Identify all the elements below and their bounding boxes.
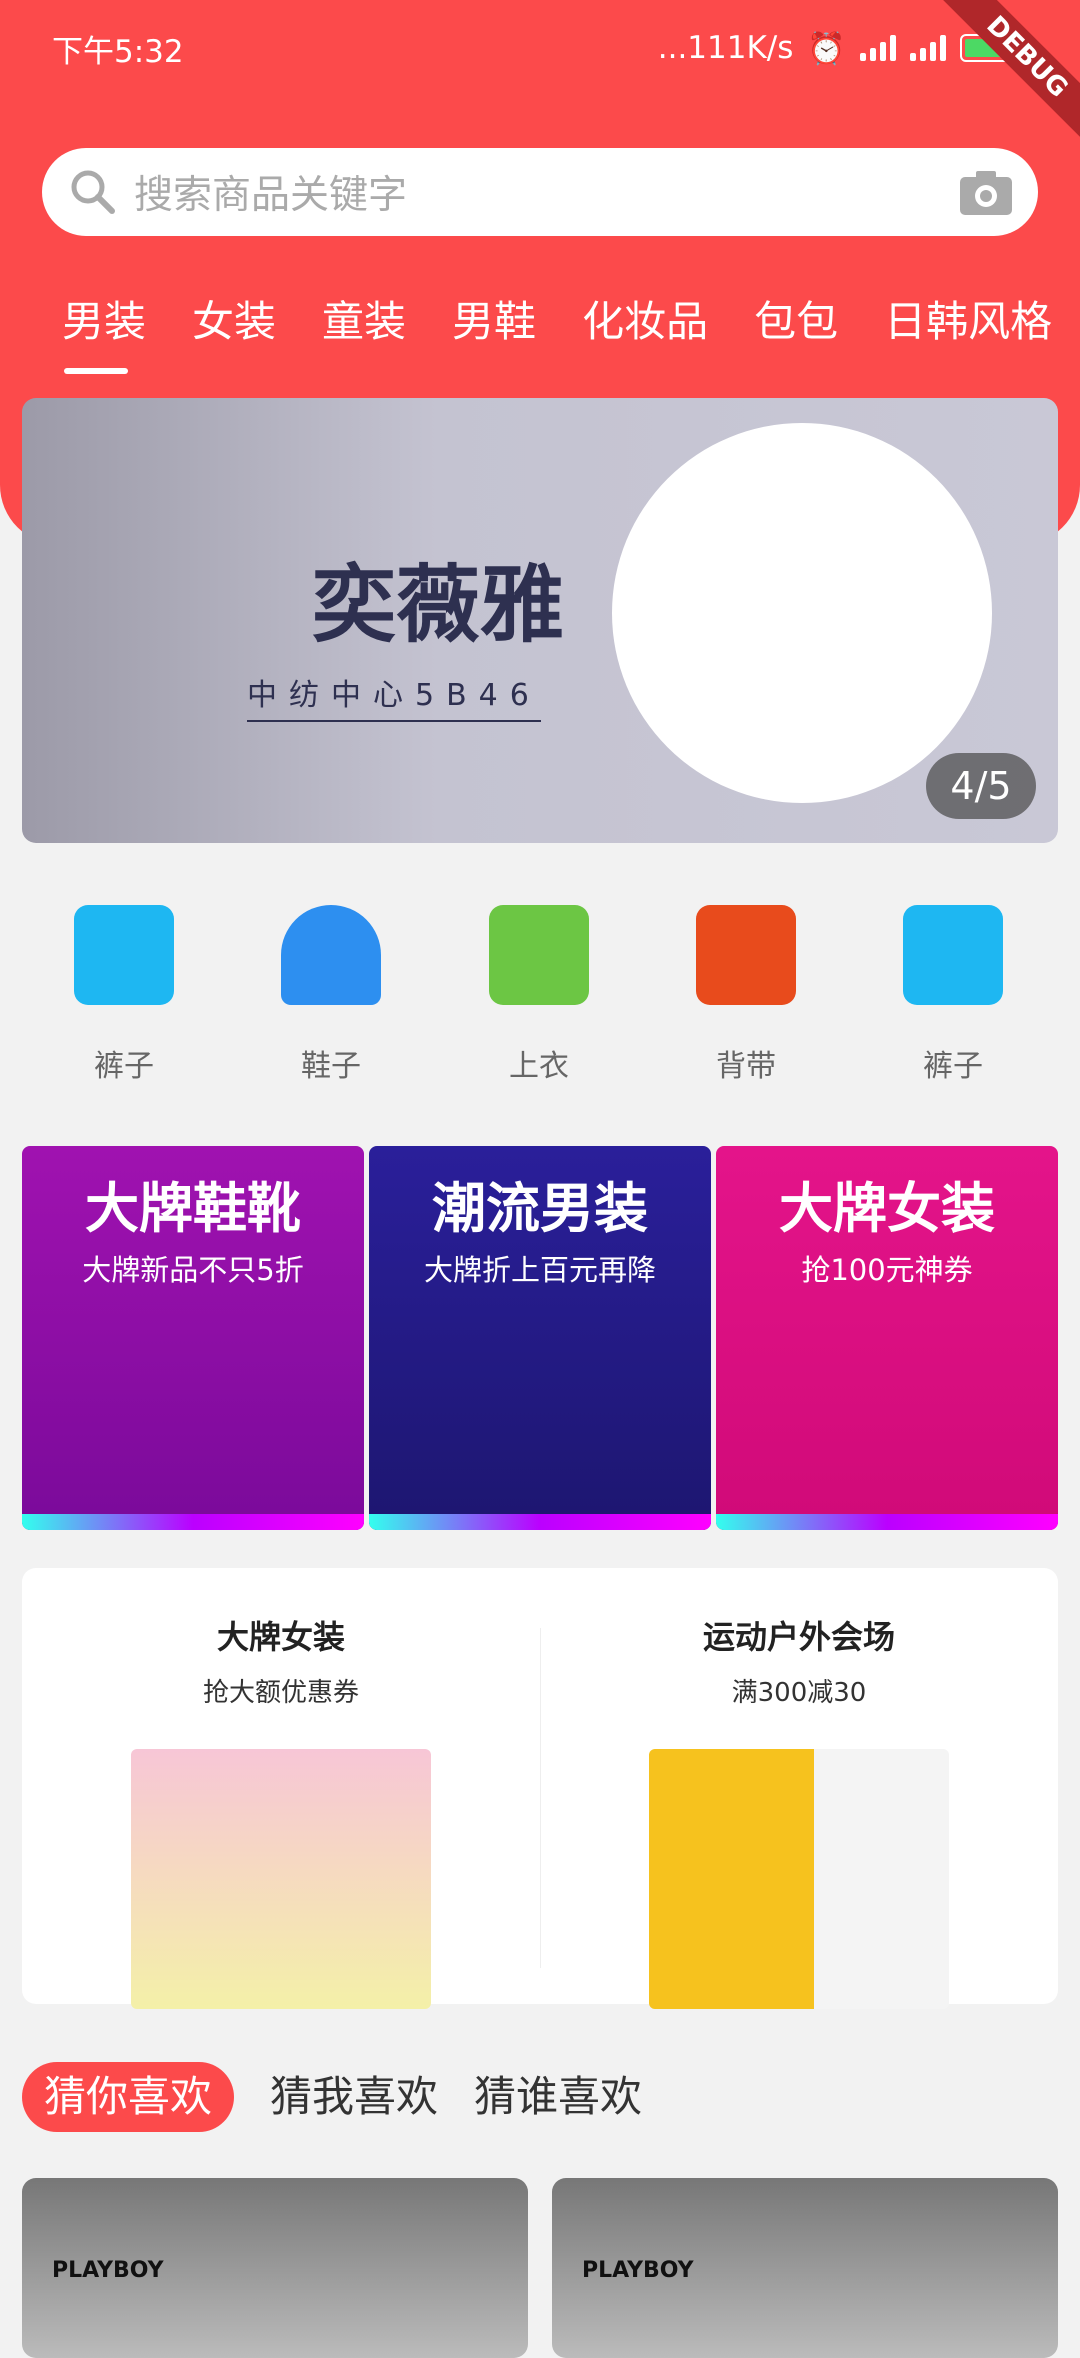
promo-title: 潮流男装 <box>432 1177 648 1240</box>
quick-icon-label: 裤子 <box>94 1049 154 1084</box>
shirt-icon <box>489 905 589 1005</box>
quick-icon-item[interactable]: 裤子 <box>54 905 194 1085</box>
banner-carousel[interactable]: 奕薇雅 中纺中心5B46 4/5 <box>22 398 1058 843</box>
tab-category[interactable]: 男装 <box>62 288 146 349</box>
search-icon <box>71 170 115 214</box>
tab-category[interactable]: 童装 <box>322 288 406 349</box>
carousel-indicator: 4/5 <box>926 753 1036 819</box>
quick-icon-item[interactable]: 鞋子 <box>261 905 401 1085</box>
venue-title: 大牌女装 <box>216 1618 345 1656</box>
tab-guess[interactable]: 猜我喜欢 <box>270 2062 438 2132</box>
venue-section: 大牌女装抢大额优惠券 运动户外会场满300减30 <box>22 1568 1058 2009</box>
status-time: 下午5:32 <box>52 33 184 70</box>
alarm-icon: ⏰ <box>807 30 846 67</box>
guess-tabs: 猜你喜欢 猜我喜欢 猜谁喜欢 <box>22 2062 642 2132</box>
overalls-icon <box>696 905 796 1005</box>
quick-icon-label: 背带 <box>716 1049 776 1084</box>
tab-guess[interactable]: 猜你喜欢 <box>22 2062 235 2132</box>
camera-icon[interactable] <box>960 169 1012 215</box>
quick-icon-label: 上衣 <box>509 1049 569 1084</box>
promo-title: 大牌女装 <box>779 1177 995 1240</box>
venue-card[interactable]: 运动户外会场满300减30 <box>540 1568 1058 2009</box>
banner-subtitle: 中纺中心5B46 <box>247 670 541 722</box>
quick-icon-label: 鞋子 <box>301 1049 361 1084</box>
tab-category[interactable]: 日韩风格 <box>884 288 1052 349</box>
signal-icon <box>860 35 896 61</box>
network-speed: ...111K/s <box>657 30 794 66</box>
quick-icon-label: 裤子 <box>923 1049 983 1084</box>
venue-subtitle: 满300减30 <box>731 1678 867 1708</box>
pants-icon <box>903 905 1003 1005</box>
promo-subtitle: 大牌折上百元再降 <box>423 1253 656 1287</box>
promo-subtitle: 抢100元神券 <box>801 1253 973 1287</box>
promo-strip <box>22 1514 364 1530</box>
promo-card[interactable]: 大牌鞋靴大牌新品不只5折 <box>22 1146 364 1530</box>
pants-icon <box>74 905 174 1005</box>
product-card[interactable]: PLAYBOY <box>22 2178 528 2358</box>
venue-image <box>131 1749 431 2009</box>
promo-subtitle: 大牌新品不只5折 <box>82 1253 304 1287</box>
promo-card[interactable]: 潮流男装大牌折上百元再降 <box>369 1146 711 1530</box>
category-tabs: 男装 女装 童装 男鞋 化妆品 包包 日韩风格 <box>62 288 1052 349</box>
venue-image <box>649 1749 949 2009</box>
tab-category[interactable]: 包包 <box>754 288 838 349</box>
search-input[interactable]: 搜索商品关键字 <box>134 164 960 220</box>
product-brand-logo: PLAYBOY <box>52 2258 164 2283</box>
signal-icon-2 <box>910 35 946 61</box>
tab-guess[interactable]: 猜谁喜欢 <box>474 2062 642 2132</box>
status-bar: 下午5:32 ...111K/s ⏰ <box>52 26 1020 70</box>
quick-icon-item[interactable]: 背带 <box>676 905 816 1085</box>
banner-brand: 奕薇雅 <box>312 555 565 654</box>
venue-subtitle: 抢大额优惠券 <box>202 1678 359 1708</box>
promo-title: 大牌鞋靴 <box>85 1177 301 1240</box>
search-bar[interactable]: 搜索商品关键字 <box>42 148 1038 236</box>
promo-card[interactable]: 大牌女装抢100元神券 <box>716 1146 1058 1530</box>
venue-title: 运动户外会场 <box>702 1618 895 1656</box>
tab-category[interactable]: 男鞋 <box>452 288 536 349</box>
venue-card[interactable]: 大牌女装抢大额优惠券 <box>22 1568 540 2009</box>
promo-strip <box>716 1514 1058 1530</box>
quick-icon-item[interactable]: 裤子 <box>883 905 1023 1085</box>
promo-strip <box>369 1514 711 1530</box>
tab-category[interactable]: 化妆品 <box>582 288 708 349</box>
shoe-icon <box>281 905 381 1005</box>
active-tab-indicator <box>64 368 128 374</box>
product-brand-logo: PLAYBOY <box>582 2258 694 2283</box>
quick-icon-item[interactable]: 上衣 <box>469 905 609 1085</box>
product-card[interactable]: PLAYBOY <box>552 2178 1058 2358</box>
banner-image <box>612 423 992 803</box>
tab-category[interactable]: 女装 <box>192 288 276 349</box>
